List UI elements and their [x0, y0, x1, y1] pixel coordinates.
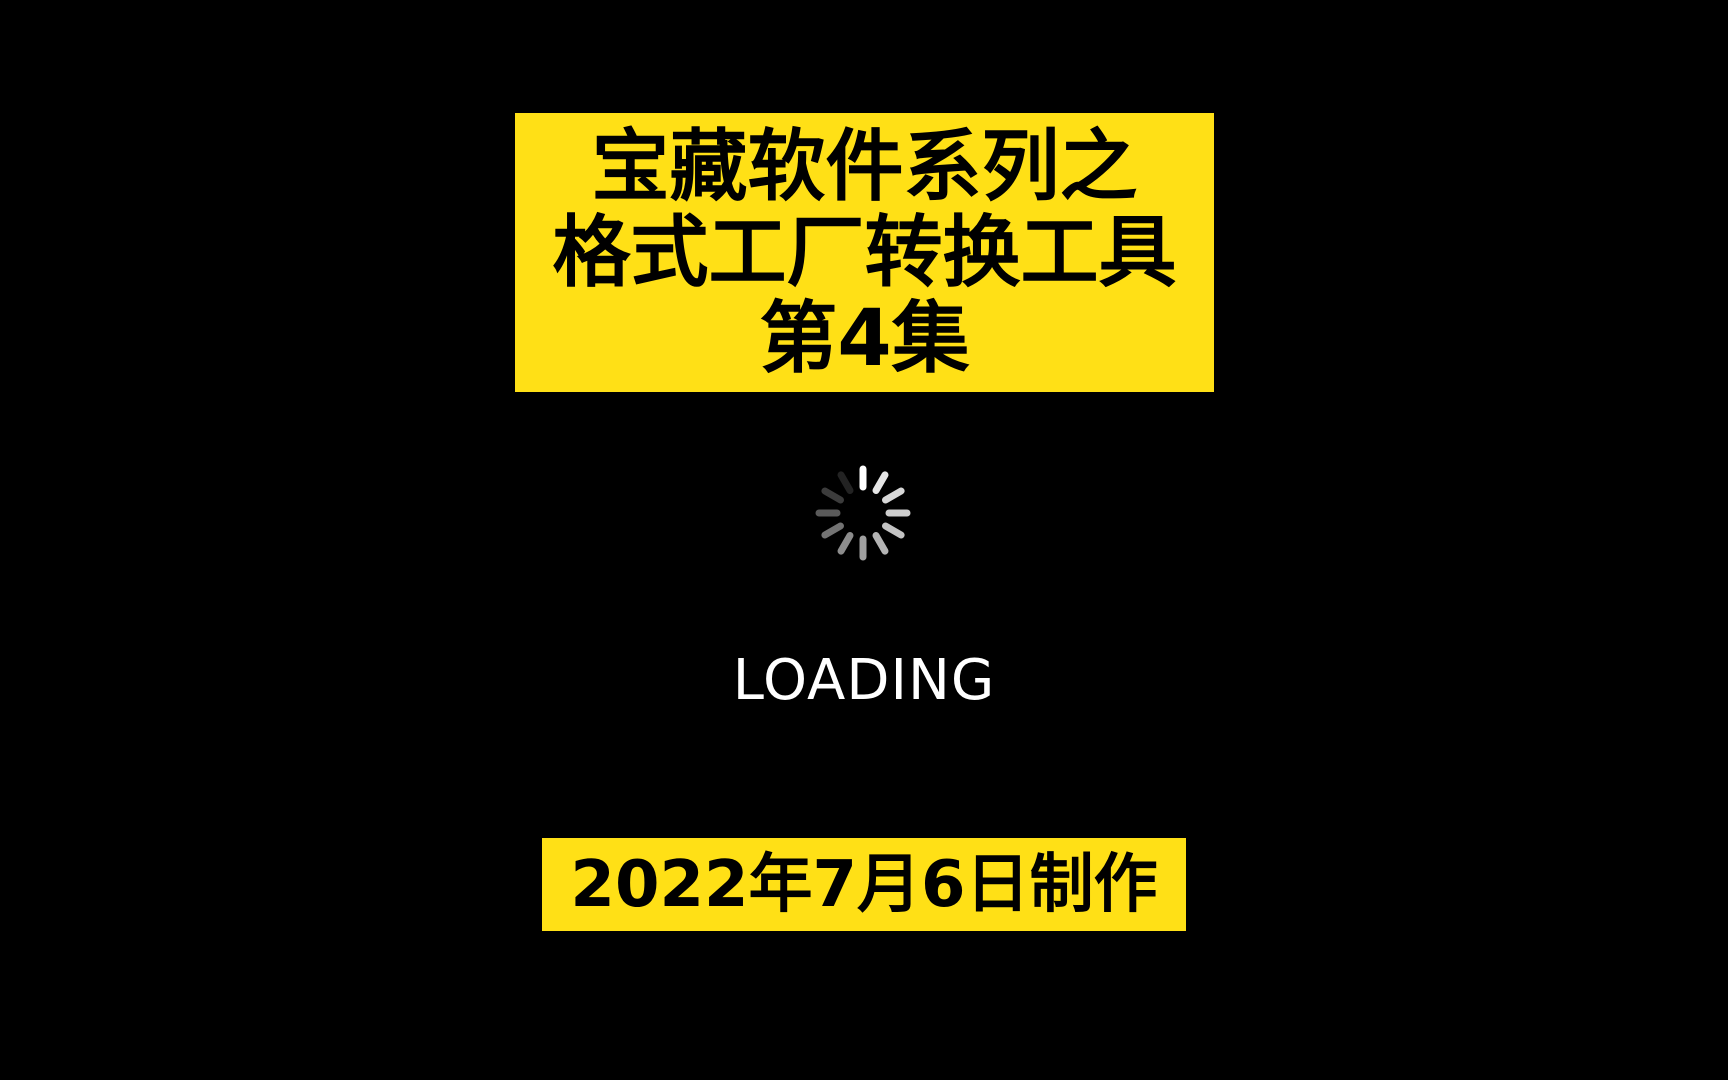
production-date: 2022年7月6日制作 — [570, 847, 1158, 922]
spinner-spoke — [837, 471, 854, 494]
date-banner: 2022年7月6日制作 — [542, 838, 1186, 931]
spinner-spoke — [882, 522, 905, 539]
spinner-spoke — [872, 471, 889, 494]
title-line-software: 格式工厂转换工具 — [552, 207, 1177, 298]
title-line-episode: 第4集 — [759, 293, 970, 384]
loading-label: LOADING — [732, 648, 996, 713]
spinner-spoke — [821, 522, 844, 539]
title-banner: 宝藏软件系列之 格式工厂转换工具 第4集 — [515, 113, 1214, 392]
loading-screen: 宝藏软件系列之 格式工厂转换工具 第4集 LOADING 2022年7月6日制作 — [0, 0, 1728, 1080]
activity-spinner-icon — [815, 465, 911, 561]
title-line-series: 宝藏软件系列之 — [591, 121, 1138, 212]
spinner-spoke — [821, 487, 844, 504]
spinner-spoke — [882, 487, 905, 504]
spinner-spoke — [837, 532, 854, 555]
spinner-spoke — [872, 532, 889, 555]
